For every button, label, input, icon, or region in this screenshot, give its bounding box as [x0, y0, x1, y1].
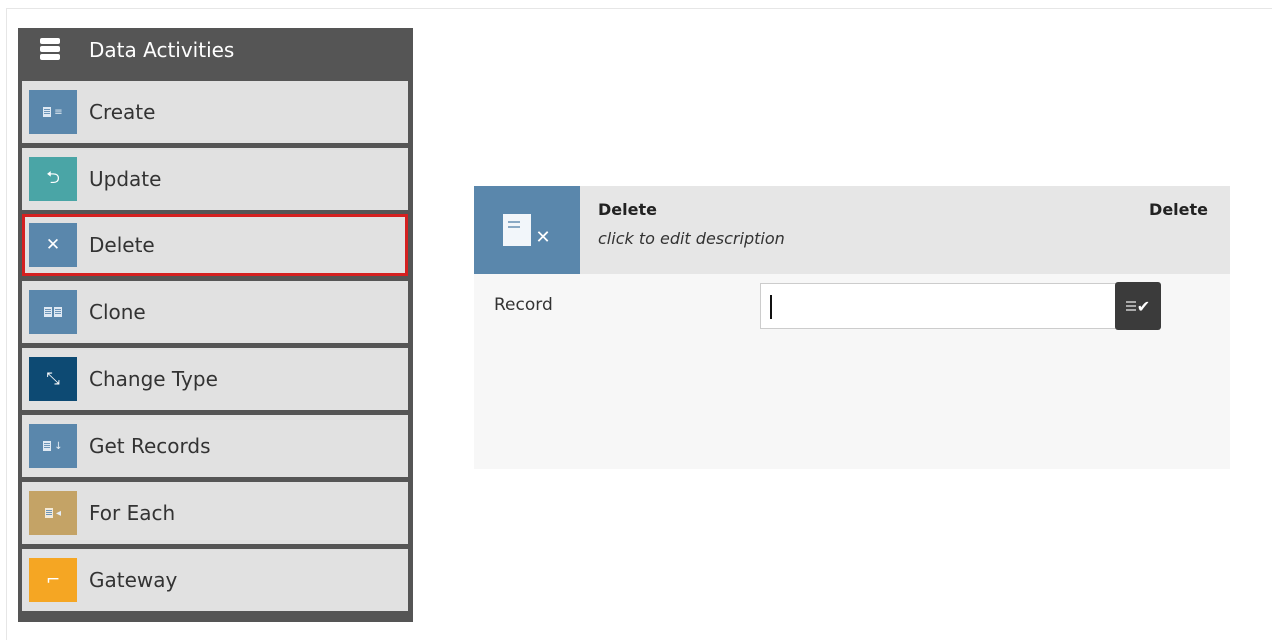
palette-item-label: Update: [89, 167, 162, 191]
activity-description[interactable]: click to edit description: [598, 229, 785, 248]
palette-item-label: Clone: [89, 300, 146, 324]
delete-record-icon: ✕: [29, 223, 77, 267]
palette-item-for-each[interactable]: ◂ For Each: [22, 482, 408, 544]
palette-header: Data Activities: [18, 28, 413, 72]
palette-item-label: Change Type: [89, 367, 218, 391]
palette-title: Data Activities: [89, 38, 235, 62]
data-activities-palette: Data Activities ≡ Create ⮌ Update ✕ Dele…: [18, 28, 413, 622]
for-each-icon: ◂: [29, 491, 77, 535]
update-record-icon: ⮌: [29, 157, 77, 201]
palette-item-label: Delete: [89, 233, 155, 257]
palette-item-label: Create: [89, 100, 156, 124]
clone-record-icon: [29, 290, 77, 334]
select-record-button[interactable]: ✔: [1115, 282, 1161, 330]
gateway-icon: ⌐: [29, 558, 77, 602]
palette-item-change-type[interactable]: ⤡ Change Type: [22, 348, 408, 410]
panel-header[interactable]: ✕ Delete click to edit description Delet…: [474, 186, 1230, 274]
delete-record-icon: ✕: [474, 186, 580, 274]
text-caret: [770, 295, 772, 319]
create-record-icon: ≡: [29, 90, 77, 134]
record-field-label: Record: [494, 295, 553, 315]
change-type-icon: ⤡: [29, 357, 77, 401]
activity-type: Delete: [1149, 200, 1208, 219]
palette-item-create[interactable]: ≡ Create: [22, 81, 408, 143]
palette-item-label: For Each: [89, 501, 176, 525]
activity-name[interactable]: Delete: [598, 200, 657, 219]
palette-item-delete[interactable]: ✕ Delete: [22, 214, 408, 276]
palette-item-label: Gateway: [89, 568, 178, 592]
palette-item-gateway[interactable]: ⌐ Gateway: [22, 549, 408, 611]
palette-item-update[interactable]: ⮌ Update: [22, 148, 408, 210]
palette-item-get-records[interactable]: ↓ Get Records: [22, 415, 408, 477]
database-icon: [40, 38, 60, 60]
checkmark-icon: ✔: [1136, 296, 1151, 316]
palette-item-clone[interactable]: Clone: [22, 281, 408, 343]
palette-item-label: Get Records: [89, 434, 211, 458]
activity-properties-panel: ✕ Delete click to edit description Delet…: [474, 186, 1230, 469]
list-icon: [1125, 301, 1136, 303]
record-input[interactable]: [760, 283, 1126, 329]
get-records-icon: ↓: [29, 424, 77, 468]
